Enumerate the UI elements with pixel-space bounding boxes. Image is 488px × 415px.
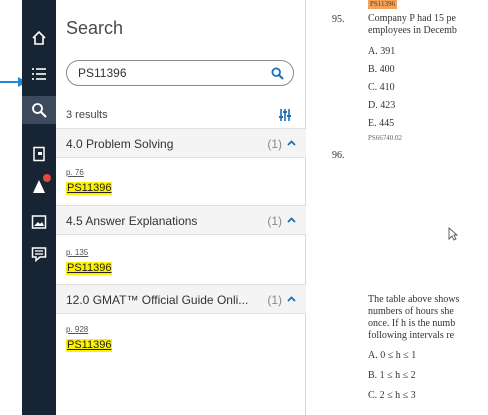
- image-icon: [31, 215, 47, 229]
- home-icon: [32, 30, 46, 45]
- table-of-contents-icon: [32, 68, 46, 80]
- question-text-line: Company P had 15 pe: [368, 13, 456, 24]
- question-text-line: employees in Decemb: [368, 25, 457, 36]
- bookmark-icon: [33, 146, 45, 162]
- chevron-up-icon[interactable]: [287, 140, 296, 146]
- question-text-line: The table above shows: [368, 294, 460, 305]
- home-button[interactable]: [22, 24, 56, 52]
- answer-option: A. 391: [368, 46, 396, 57]
- result-group-title: 4.5 Answer Explanations: [66, 214, 198, 228]
- result-group-count: (1): [267, 214, 282, 228]
- answer-option: A. 0 ≤ h ≤ 1: [368, 350, 417, 361]
- answer-option: E. 445: [368, 118, 395, 129]
- results-count: 3 results: [66, 109, 108, 121]
- result-group-header[interactable]: 4.5 Answer Explanations (1): [56, 205, 306, 235]
- search-hit[interactable]: p. 76 PS11396: [66, 168, 146, 196]
- search-input[interactable]: [78, 65, 258, 81]
- search-submit-icon[interactable]: [271, 67, 284, 80]
- search-panel: Search 3 results 4.0 Problem Solving (1)…: [56, 0, 306, 415]
- hit-page-link[interactable]: p. 76: [66, 168, 146, 178]
- result-group-count: (1): [267, 293, 282, 307]
- search-hit[interactable]: p. 135 PS11396: [66, 248, 146, 276]
- panel-title: Search: [66, 18, 124, 38]
- question-code: PS66740.02: [368, 134, 403, 142]
- notes-button[interactable]: [22, 240, 56, 268]
- hit-page-link[interactable]: p. 928: [66, 325, 146, 335]
- question-number: 96.: [332, 150, 345, 161]
- results-bar: 3 results: [56, 102, 306, 128]
- filter-settings-icon[interactable]: [278, 108, 292, 122]
- image-button[interactable]: [22, 208, 56, 236]
- bookmark-button[interactable]: [22, 140, 56, 168]
- result-group-header[interactable]: 12.0 GMAT™ Official Guide Onli... (1): [56, 284, 306, 314]
- navigation-rail: [22, 0, 56, 415]
- question-text-line: following intervals re: [368, 330, 455, 341]
- hit-page-link[interactable]: p. 135: [66, 248, 146, 258]
- notification-dot: [43, 174, 51, 182]
- answer-option: B. 400: [368, 64, 395, 75]
- flag-button[interactable]: [22, 172, 56, 200]
- result-group-header[interactable]: 4.0 Problem Solving (1): [56, 128, 306, 158]
- hit-term-link[interactable]: PS11396: [66, 262, 113, 275]
- search-hit[interactable]: p. 928 PS11396: [66, 325, 146, 353]
- document-page: PS11396 95. Company P had 15 pe employee…: [307, 0, 488, 415]
- answer-option: C. 410: [368, 82, 395, 93]
- mouse-cursor-icon: [448, 227, 458, 241]
- result-group-count: (1): [267, 137, 282, 151]
- answer-option: D. 423: [368, 100, 396, 111]
- hit-term-link[interactable]: PS11396: [66, 182, 113, 195]
- highlighted-question-code: PS11396: [368, 0, 398, 9]
- result-group-title: 4.0 Problem Solving: [66, 137, 174, 151]
- question-number: 95.: [332, 14, 345, 25]
- question-text-line: once. If h is the numb: [368, 318, 456, 329]
- question-text-line: numbers of hours she: [368, 306, 454, 317]
- result-group-title: 12.0 GMAT™ Official Guide Onli...: [66, 293, 249, 307]
- table-of-contents-button[interactable]: [22, 60, 56, 88]
- answer-option: C. 2 ≤ h ≤ 3: [368, 390, 416, 401]
- notes-icon: [31, 247, 47, 262]
- hit-term-link[interactable]: PS11396: [66, 339, 113, 352]
- search-field[interactable]: [66, 60, 294, 86]
- search-button[interactable]: [22, 96, 56, 124]
- answer-option: B. 1 ≤ h ≤ 2: [368, 370, 416, 381]
- search-icon: [32, 103, 47, 118]
- chevron-up-icon[interactable]: [287, 217, 296, 223]
- chevron-up-icon[interactable]: [287, 296, 296, 302]
